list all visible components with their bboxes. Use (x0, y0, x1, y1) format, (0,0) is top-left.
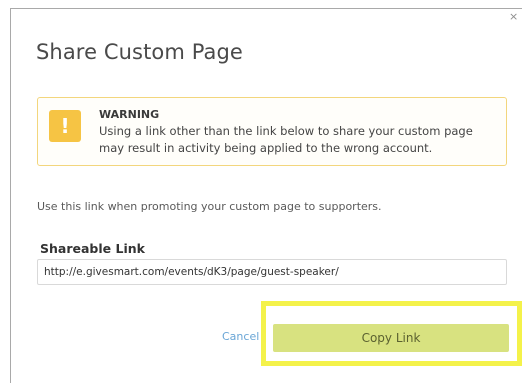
warning-heading: WARNING (99, 108, 160, 121)
warning-message: Using a link other than the link below t… (99, 124, 473, 155)
instructions-text: Use this link when promoting your custom… (37, 200, 382, 213)
exclamation-icon: ! (49, 110, 81, 142)
close-icon[interactable]: × (509, 11, 518, 22)
copy-link-button[interactable]: Copy Link (273, 324, 509, 352)
cancel-button[interactable]: Cancel (222, 330, 259, 343)
shareable-link-label: Shareable Link (40, 241, 145, 256)
warning-box: ! WARNING Using a link other than the li… (37, 97, 507, 166)
shareable-link-input[interactable] (37, 259, 507, 285)
dialog-title: Share Custom Page (36, 40, 243, 64)
